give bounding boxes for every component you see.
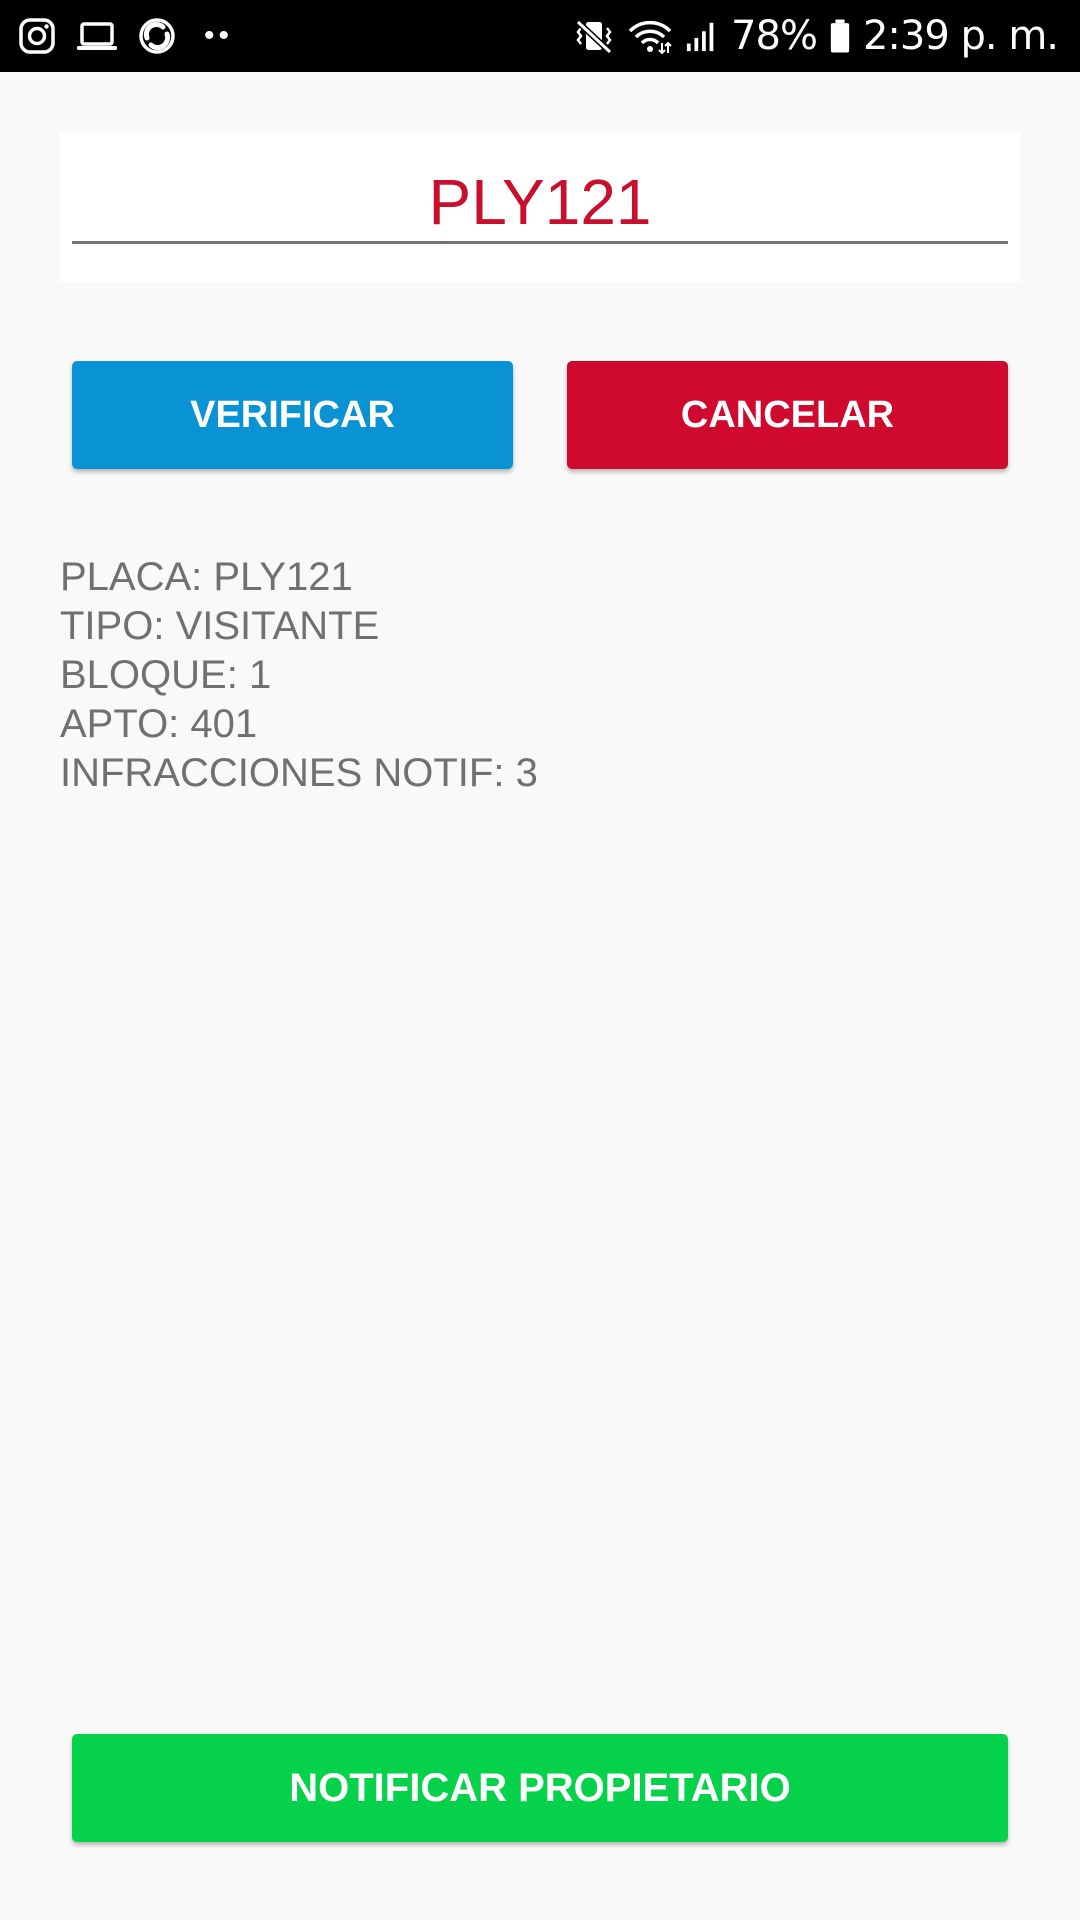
more-notifications-icon: •• xyxy=(204,19,234,52)
instagram-icon xyxy=(19,18,55,54)
verify-button[interactable]: VERIFICAR xyxy=(72,361,513,469)
clock: 2:39 p. m. xyxy=(862,13,1059,59)
info-apto: APTO: 401 xyxy=(60,702,258,746)
info-bloque: BLOQUE: 1 xyxy=(60,653,272,697)
vehicle-info: PLACA: PLY121 TIPO: VISITANTE BLOQUE: 1 … xyxy=(60,553,538,798)
info-infracciones: INFRACCIONES NOTIF: 3 xyxy=(60,751,538,795)
info-placa: PLACA: PLY121 xyxy=(60,555,353,599)
cancel-button[interactable]: CANCELAR xyxy=(567,361,1008,469)
battery-percent: 78% xyxy=(731,13,818,59)
plate-input[interactable] xyxy=(72,162,1008,244)
vibrate-mute-icon xyxy=(575,19,613,55)
signal-icon xyxy=(686,22,714,52)
status-bar: •• 78% 2:39 p. m. xyxy=(0,0,1080,72)
wifi-icon xyxy=(628,20,672,55)
battery-icon xyxy=(830,19,850,53)
notification-icons: •• xyxy=(18,0,233,72)
system-indicators: 78% 2:39 p. m. xyxy=(573,0,1059,72)
info-tipo: TIPO: VISITANTE xyxy=(60,604,380,648)
sync-app-icon xyxy=(139,18,175,54)
laptop-icon xyxy=(77,22,117,50)
notify-owner-button[interactable]: NOTIFICAR PROPIETARIO xyxy=(72,1734,1008,1842)
plate-input-card xyxy=(60,132,1020,282)
